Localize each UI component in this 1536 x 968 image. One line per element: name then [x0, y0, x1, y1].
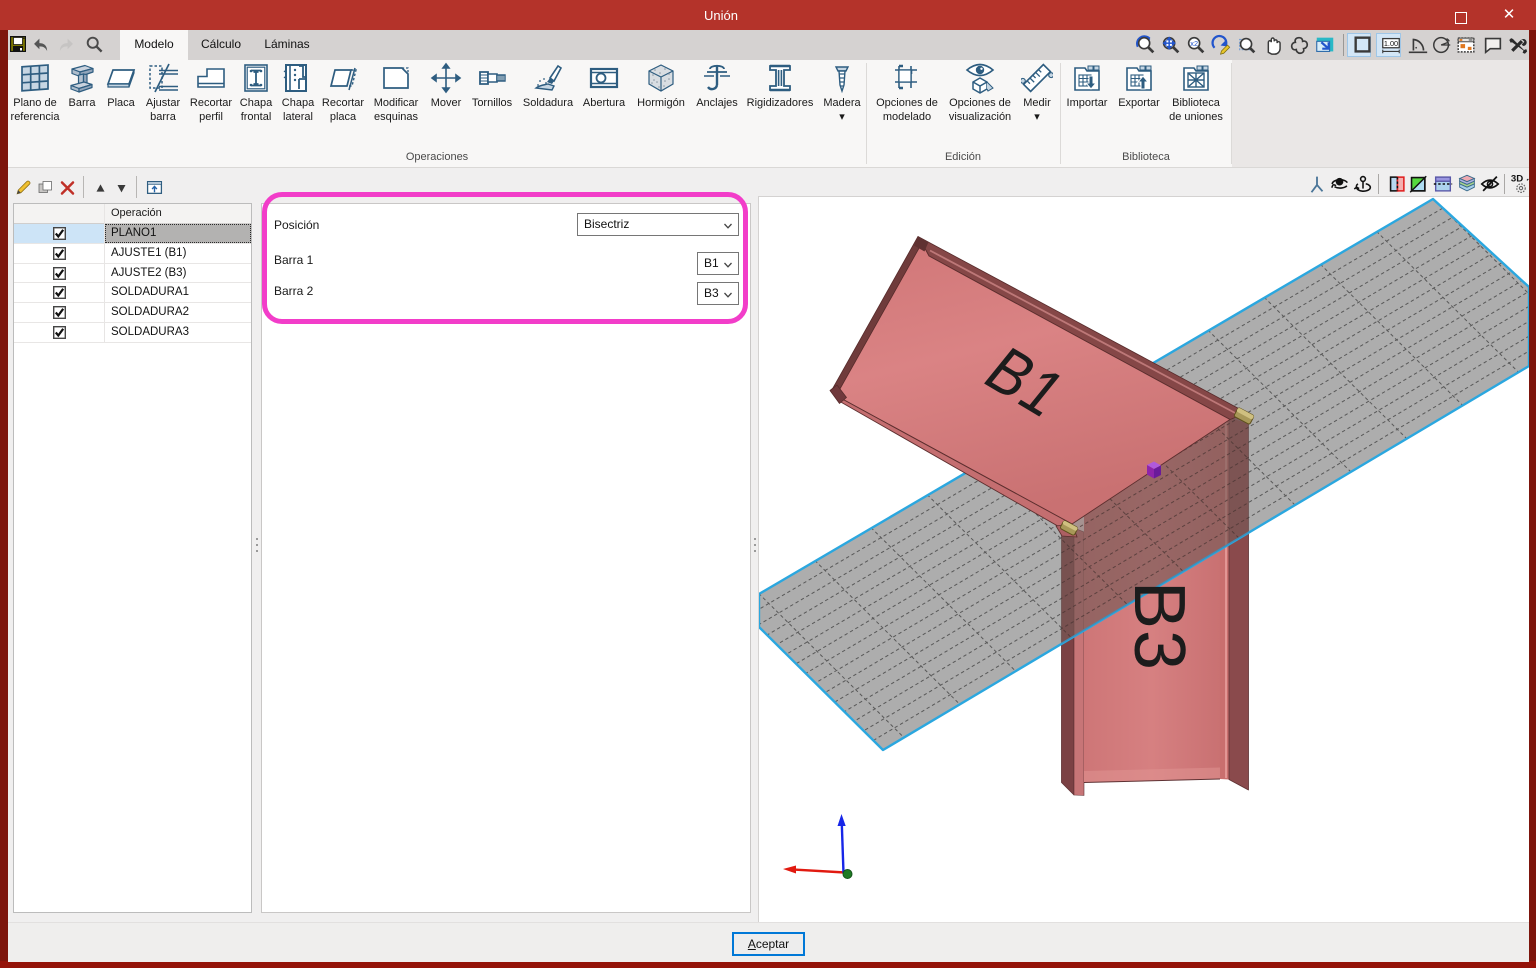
svg-text:B3: B3 [1119, 581, 1199, 671]
svg-text:3D: 3D [1511, 174, 1523, 185]
svg-text:x2: x2 [1190, 39, 1198, 48]
svg-text:1.00: 1.00 [1384, 39, 1398, 48]
